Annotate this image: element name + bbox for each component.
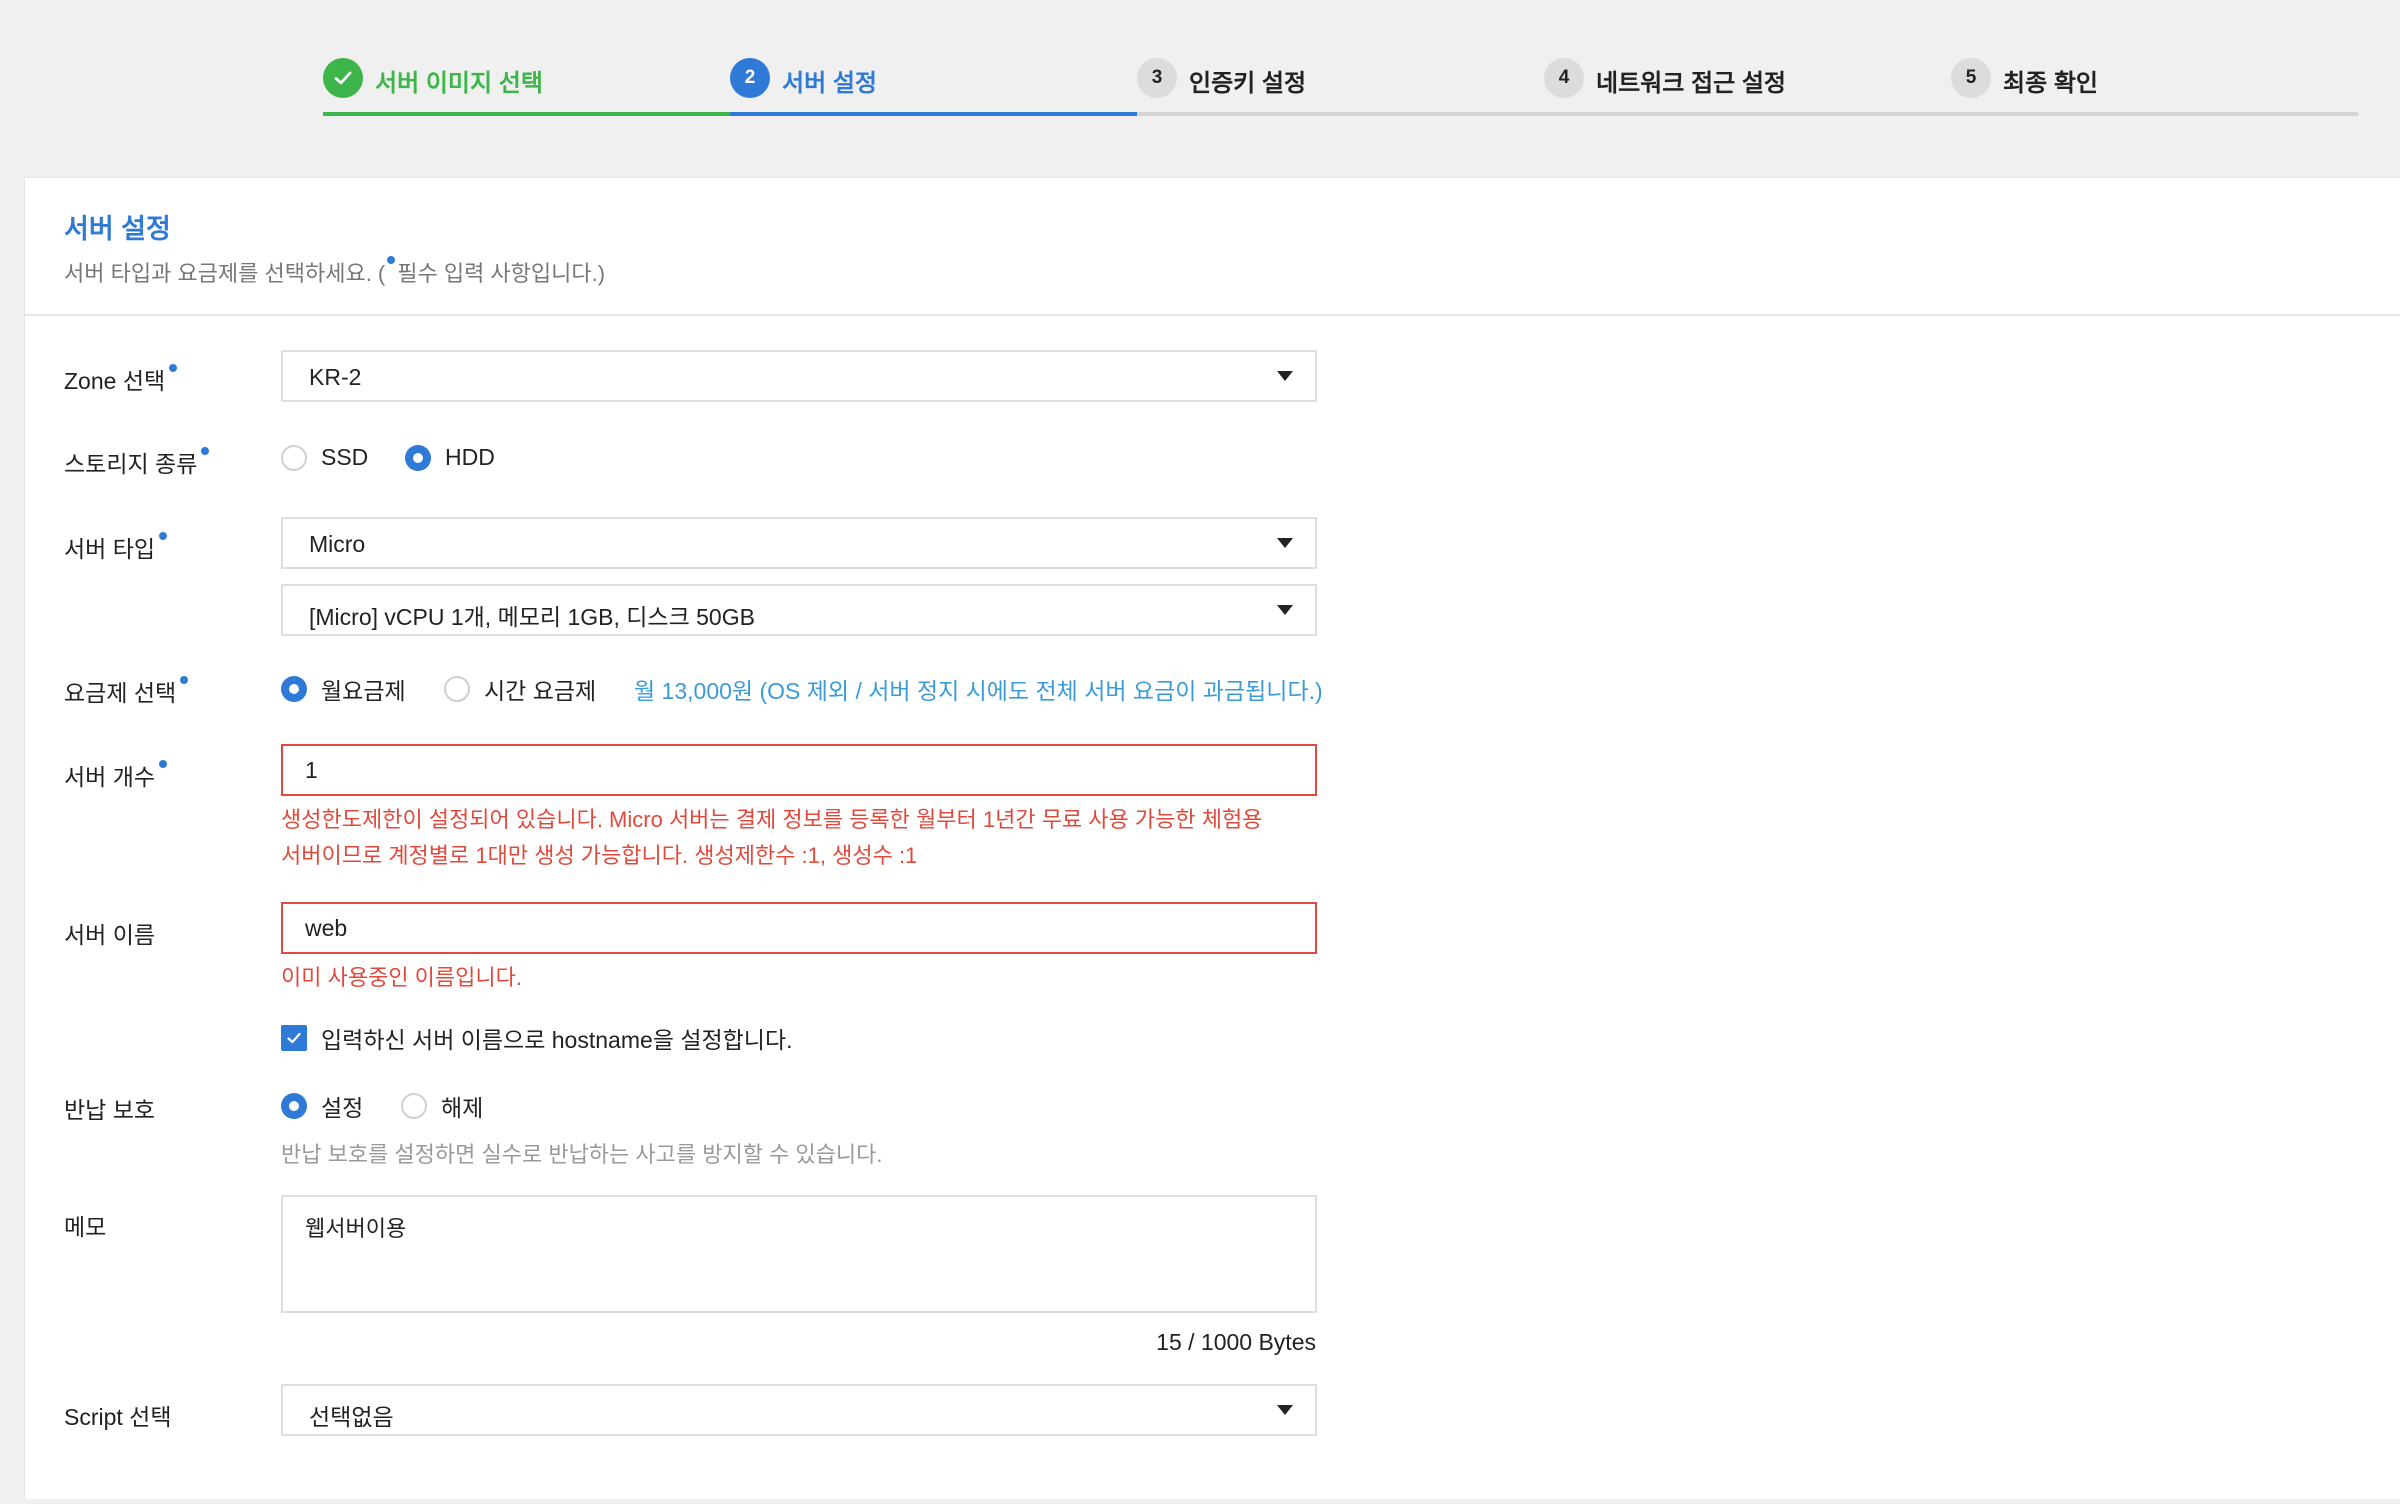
radio-label: 월요금제 xyxy=(321,678,406,704)
step-number: 3 xyxy=(1137,58,1177,98)
radio-selected-icon xyxy=(281,1093,307,1119)
server-name-label: 서버 이름 xyxy=(64,916,155,950)
label-text: 반납 보호 xyxy=(64,1097,156,1123)
select-value: 선택없음 xyxy=(309,1404,394,1430)
error-line: 서버이므로 계정별로 1대만 생성 가능합니다. 생성제한수 :1, 생성수 :… xyxy=(281,843,918,868)
step-progress-bar xyxy=(323,112,730,116)
storage-radio-ssd[interactable]: SSD xyxy=(281,444,368,471)
panel-title: 서버 설정 xyxy=(64,214,171,244)
server-settings-panel: 서버 설정 서버 타입과 요금제를 선택하세요. (필수 입력 사항입니다.) … xyxy=(24,177,2400,1499)
caret-down-icon xyxy=(1277,1405,1293,1415)
pricing-label: 요금제 선택 xyxy=(64,674,189,708)
server-name-input[interactable] xyxy=(281,902,1317,954)
zone-label: Zone 선택 xyxy=(64,362,178,396)
server-type-select[interactable]: Micro xyxy=(281,517,1317,569)
step-network-access[interactable]: 4 네트워크 접근 설정 xyxy=(1544,54,1951,118)
server-type-label: 서버 타입 xyxy=(64,530,168,564)
pricing-info-text: 월 13,000원 (OS 제외 / 서버 정지 시에도 전체 서버 요금이 과… xyxy=(634,678,1323,704)
label-text: 서버 타입 xyxy=(64,536,156,562)
select-value: KR-2 xyxy=(309,364,362,390)
step-number: 5 xyxy=(1951,58,1991,98)
panel-description: 서버 타입과 요금제를 선택하세요. ( 필수 입력 사항입니다.) xyxy=(64,256,605,288)
return-protect-radio-off[interactable]: 해제 xyxy=(401,1089,483,1123)
required-dot-icon xyxy=(387,256,396,264)
step-progress-bar xyxy=(730,112,1137,116)
step-label: 서버 이미지 선택 xyxy=(375,70,543,97)
radio-icon xyxy=(401,1093,427,1119)
step-label: 인증키 설정 xyxy=(1189,70,1307,97)
step-progress-bar xyxy=(1137,112,1544,116)
step-server-image[interactable]: 서버 이미지 선택 xyxy=(323,54,730,118)
required-dot-icon xyxy=(180,676,189,684)
return-protect-label: 반납 보호 xyxy=(64,1091,155,1125)
description-text: 서버 타입과 요금제를 선택하세요. ( xyxy=(64,261,386,286)
step-number: 4 xyxy=(1544,58,1584,98)
caret-down-icon xyxy=(1277,605,1293,615)
zone-select[interactable]: KR-2 xyxy=(281,350,1317,402)
storage-radio-hdd[interactable]: HDD xyxy=(405,444,495,471)
server-spec-select[interactable]: [Micro] vCPU 1개, 메모리 1GB, 디스크 50GB xyxy=(281,584,1317,636)
error-line: 생성한도제한이 설정되어 있습니다. Micro 서버는 결제 정보를 등록한 … xyxy=(281,807,1263,832)
check-icon xyxy=(323,58,363,98)
step-label: 네트워크 접근 설정 xyxy=(1596,70,1786,97)
radio-label: 설정 xyxy=(321,1095,364,1121)
script-select[interactable]: 선택없음 xyxy=(281,1384,1317,1436)
memo-textarea[interactable]: 웹서버이용 xyxy=(281,1195,1317,1313)
radio-selected-icon xyxy=(281,676,307,702)
label-text: 메모 xyxy=(64,1214,107,1240)
server-count-input[interactable] xyxy=(281,744,1317,796)
radio-label: 해제 xyxy=(441,1095,484,1121)
caret-down-icon xyxy=(1277,538,1293,548)
required-dot-icon xyxy=(159,760,168,768)
checkbox-checked-icon xyxy=(281,1025,307,1051)
storage-label: 스토리지 종류 xyxy=(64,445,210,479)
label-text: Script 선택 xyxy=(64,1404,172,1430)
checkbox-label: 입력하신 서버 이름으로 hostname을 설정합니다. xyxy=(321,1027,793,1053)
step-server-settings[interactable]: 2 서버 설정 xyxy=(730,54,1137,118)
step-progress-bar xyxy=(1951,112,2358,116)
server-count-label: 서버 개수 xyxy=(64,758,168,792)
pricing-radio-monthly[interactable]: 월요금제 xyxy=(281,672,406,706)
label-text: Zone 선택 xyxy=(64,368,166,394)
select-value: Micro xyxy=(309,531,366,557)
label-text: 서버 이름 xyxy=(64,922,156,948)
pricing-radio-hourly[interactable]: 시간 요금제 xyxy=(444,672,596,706)
required-dot-icon xyxy=(169,364,178,372)
radio-icon xyxy=(444,676,470,702)
description-text: 필수 입력 사항입니다.) xyxy=(397,261,606,286)
label-text: 서버 개수 xyxy=(64,764,156,790)
server-count-error: 생성한도제한이 설정되어 있습니다. Micro 서버는 결제 정보를 등록한 … xyxy=(281,802,1341,874)
memo-byte-count: 15 / 1000 Bytes xyxy=(1156,1329,1316,1355)
label-text: 요금제 선택 xyxy=(64,680,177,706)
radio-label: HDD xyxy=(445,444,495,470)
return-protect-hint: 반납 보호를 설정하면 실수로 반납하는 사고를 방지할 수 있습니다. xyxy=(281,1142,883,1167)
step-final-confirm[interactable]: 5 최종 확인 xyxy=(1951,54,2358,118)
select-value: [Micro] vCPU 1개, 메모리 1GB, 디스크 50GB xyxy=(309,604,755,630)
caret-down-icon xyxy=(1277,371,1293,381)
hostname-checkbox[interactable]: 입력하신 서버 이름으로 hostname을 설정합니다. xyxy=(281,1021,793,1055)
step-label: 서버 설정 xyxy=(782,70,877,97)
radio-label: 시간 요금제 xyxy=(484,678,597,704)
radio-icon xyxy=(281,444,307,471)
required-dot-icon xyxy=(159,532,168,540)
return-protect-radio-on[interactable]: 설정 xyxy=(281,1089,363,1123)
label-text: 스토리지 종류 xyxy=(64,451,198,477)
radio-selected-icon xyxy=(405,444,431,471)
stepper: 서버 이미지 선택 2 서버 설정 3 인증키 설정 4 네트워크 접근 설정 … xyxy=(323,54,2358,118)
memo-label: 메모 xyxy=(64,1208,106,1242)
step-auth-key[interactable]: 3 인증키 설정 xyxy=(1137,54,1544,118)
server-name-error: 이미 사용중인 이름입니다. xyxy=(281,965,522,990)
required-dot-icon xyxy=(201,447,210,455)
step-progress-bar xyxy=(1544,112,1951,116)
panel-header: 서버 설정 서버 타입과 요금제를 선택하세요. ( 필수 입력 사항입니다.) xyxy=(25,178,2400,316)
radio-label: SSD xyxy=(321,444,369,470)
step-label: 최종 확인 xyxy=(2003,70,2098,97)
script-label: Script 선택 xyxy=(64,1398,172,1432)
step-number: 2 xyxy=(730,58,770,98)
